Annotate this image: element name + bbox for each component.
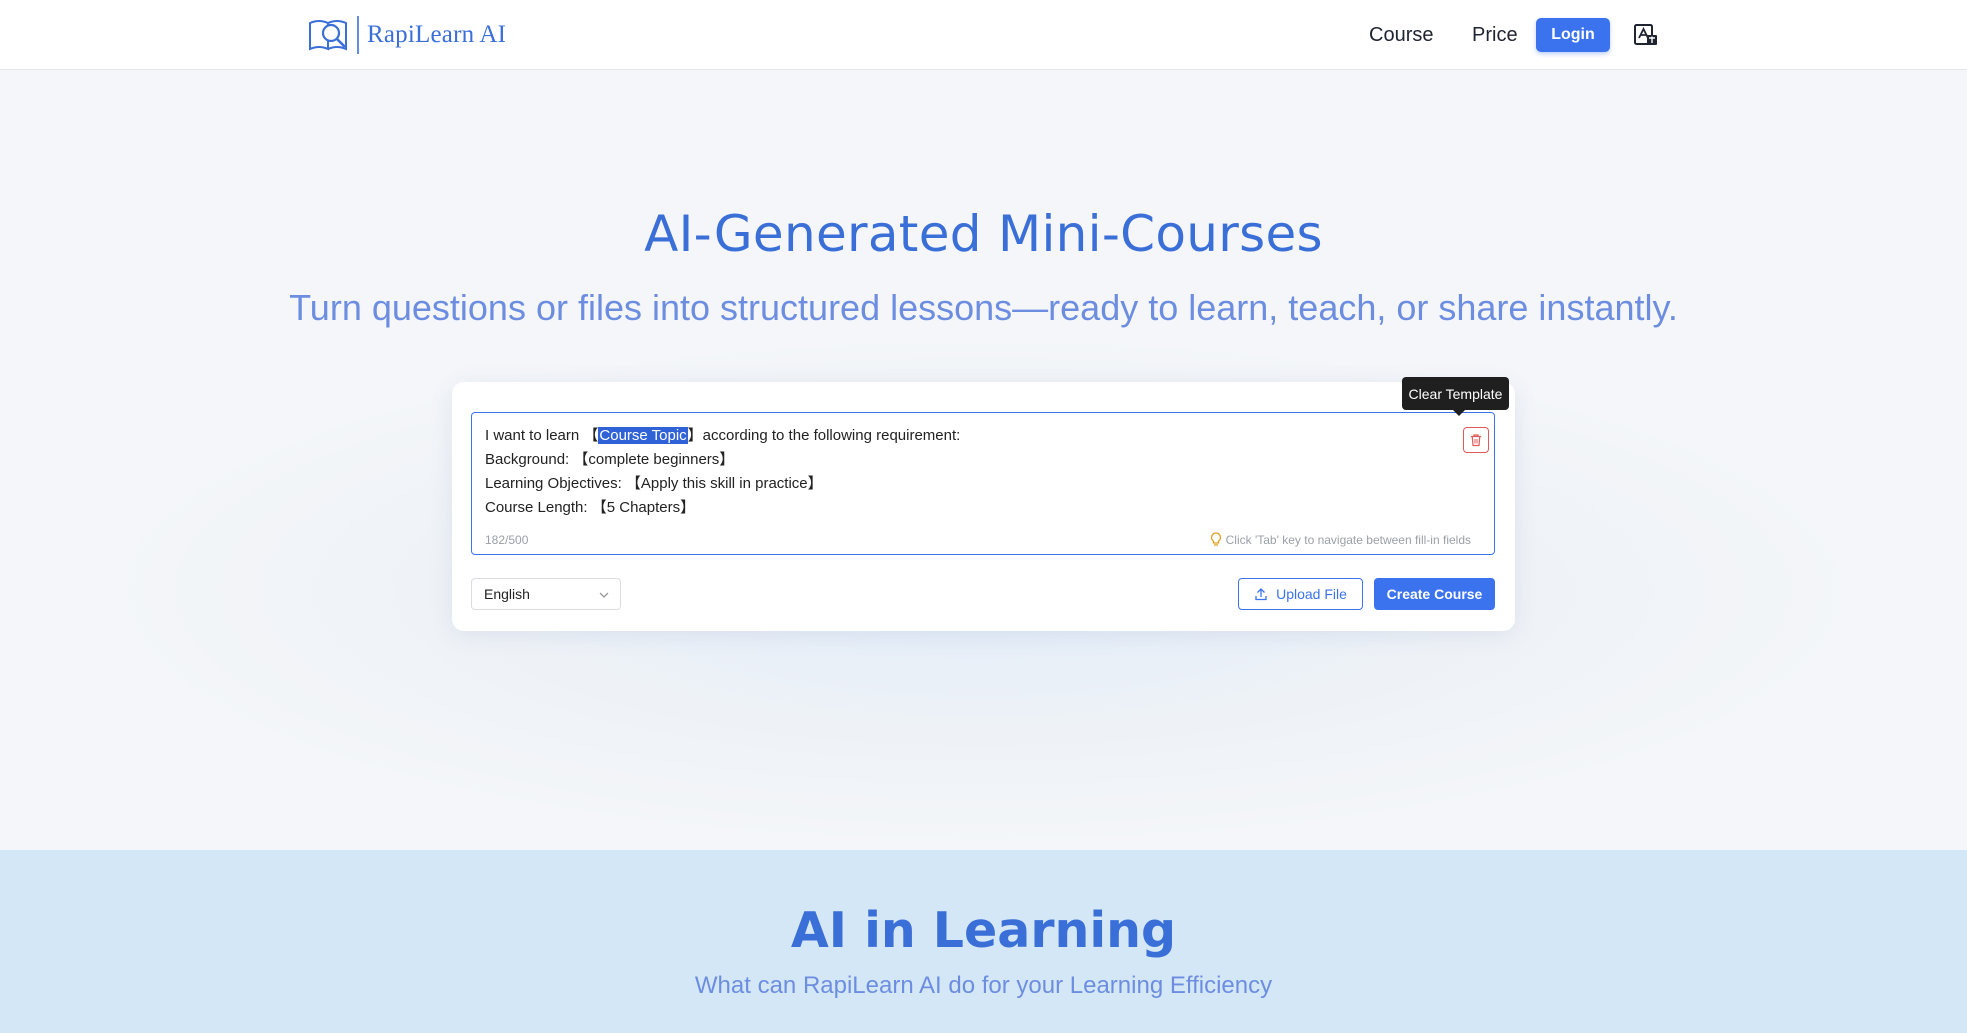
nav-price-link[interactable]: Price (1472, 24, 1518, 47)
course-topic-field[interactable]: Course Topic (598, 427, 688, 444)
prompt-line1-suffix: 】according to the following requirement: (687, 427, 961, 444)
brand-logo[interactable]: RapiLearn AI (307, 14, 506, 56)
nav-course-wrap: Course (1369, 16, 1433, 54)
clear-template-button[interactable] (1463, 427, 1489, 453)
create-course-button[interactable]: Create Course (1374, 578, 1495, 610)
ai-in-learning-section: AI in Learning What can RapiLearn AI do … (0, 850, 1967, 1033)
nav-price-wrap: Price (1472, 16, 1518, 54)
section-title: AI in Learning (790, 902, 1177, 959)
tab-hint-text: Click 'Tab' key to navigate between fill… (1225, 532, 1471, 547)
trash-icon (1471, 434, 1481, 447)
upload-icon (1255, 588, 1267, 601)
brand-name: RapiLearn AI (367, 21, 507, 48)
hero-subtitle: Turn questions or files into structured … (289, 287, 1678, 328)
tooltip-arrow (1452, 409, 1466, 416)
language-select[interactable]: English (471, 578, 621, 610)
logo-divider (357, 16, 359, 54)
language-selected-value: English (484, 586, 530, 602)
prompt-line-objectives[interactable]: Learning Objectives: 【Apply this skill i… (485, 472, 960, 496)
lightbulb-icon (1210, 532, 1221, 546)
book-logo-icon (309, 20, 347, 51)
translate-icon[interactable] (1633, 23, 1659, 47)
prompt-line-topic: I want to learn 【Course Topic】according … (485, 424, 960, 448)
section-subtitle: What can RapiLearn AI do for your Learni… (694, 972, 1273, 999)
site-header: RapiLearn AI Course Price Login (0, 0, 1967, 70)
prompt-line-length[interactable]: Course Length: 【5 Chapters】 (485, 496, 960, 520)
upload-file-button[interactable]: Upload File (1238, 578, 1363, 610)
tab-hint: Click 'Tab' key to navigate between fill… (1210, 532, 1471, 547)
hero-title: AI-Generated Mini-Courses (644, 205, 1323, 263)
char-count: 182/500 (485, 533, 529, 547)
prompt-textarea[interactable]: I want to learn 【Course Topic】according … (471, 412, 1495, 555)
prompt-line-background[interactable]: Background: 【complete beginners】 (485, 448, 960, 472)
login-button[interactable]: Login (1536, 18, 1610, 52)
chevron-down-icon (599, 592, 609, 598)
prompt-text[interactable]: I want to learn 【Course Topic】according … (485, 424, 960, 520)
clear-template-tooltip: Clear Template (1402, 377, 1509, 410)
upload-file-label: Upload File (1276, 586, 1347, 602)
course-creator-card: I want to learn 【Course Topic】according … (452, 377, 1515, 631)
nav-course-link[interactable]: Course (1369, 24, 1433, 47)
prompt-line1-prefix: I want to learn 【 (485, 427, 599, 444)
